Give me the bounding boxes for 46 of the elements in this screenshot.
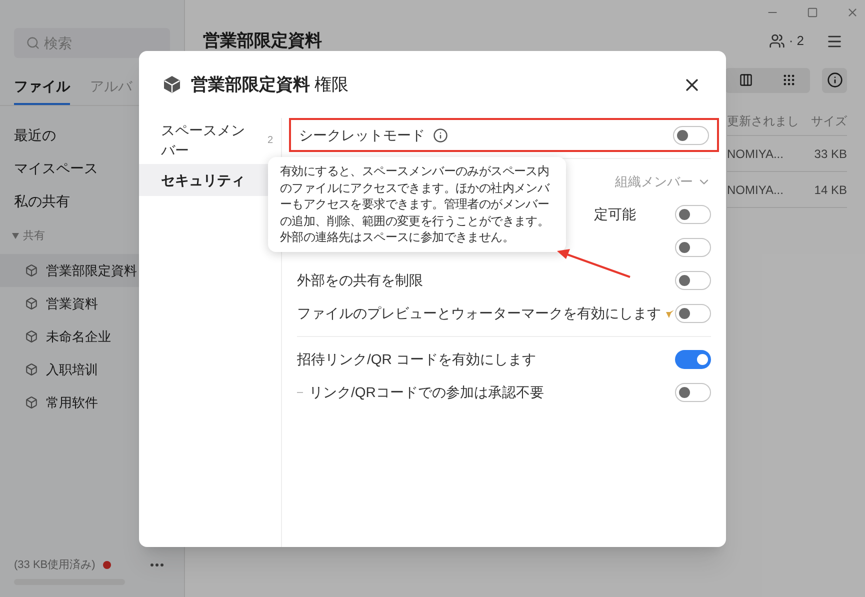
columns-view-icon[interactable] [739,73,754,87]
setting-label: リンク/QRコードでの参加は承認不要 [309,383,544,402]
setting-label: シークレットモード [299,126,425,144]
page-title: 営業部限定資料 [203,30,322,52]
search-field[interactable]: 検索 [14,28,170,58]
cube-icon [25,363,38,376]
setting-label: 定可能 [594,205,636,224]
space-item[interactable]: 常用软件 [0,386,184,419]
info-icon[interactable] [433,128,448,142]
members-button[interactable]: · 2 [768,31,804,51]
toggle-switch[interactable] [675,304,711,323]
table-cell-text: NOMIYA... [727,182,784,198]
more-icon [150,562,164,566]
toggle-switch[interactable] [675,271,711,290]
table-cell-text: NOMIYA... [727,146,784,162]
info-icon [826,72,842,88]
maximize-icon[interactable] [807,6,818,18]
table-cell-text: 33 KB [814,146,847,162]
close-icon[interactable] [846,6,859,18]
cube-icon [25,264,38,277]
info-button[interactable] [822,68,847,92]
grid-view-icon[interactable] [782,73,796,87]
cube-icon [25,396,38,409]
toggle-switch[interactable] [675,350,711,369]
cube-icon [25,330,38,343]
space-item[interactable]: 入职培训 [0,353,184,386]
search-icon [26,36,40,50]
space-item[interactable]: 未命名企业 [0,320,184,353]
cube-icon [163,75,181,94]
dialog-title: 営業部限定資料 権限 [191,74,349,96]
setting-label: 外部をの共有を制限 [297,271,423,290]
dialog-nav-item[interactable]: スペースメンバー 2 [139,120,281,160]
tab[interactable]: ファイル [14,76,70,105]
table-cell-text: 14 KB [814,182,847,198]
setting-label: 招待リンク/QR コードを有効にします [297,350,536,369]
setting-label: ファイルのプレビューとウォーターマークを有効にします [297,304,661,323]
tooltip: 有効にすると、スペースメンバーのみがスペース内のファイルにアクセスできます。ほかの社内メンバーもアクセスを要求できます。管理者のがメンバーの追加、削除、範囲の変更を行うことができます。外部の連絡先はスペースに参加できません。 [268,157,566,252]
cube-icon [25,297,38,310]
toggle-switch[interactable] [673,126,709,144]
toggle-switch[interactable] [675,205,711,224]
people-icon [768,33,785,49]
toggle-switch[interactable] [675,383,711,402]
more-button[interactable] [148,560,166,568]
toggle-switch[interactable] [675,238,711,257]
space-item[interactable]: 営業資料 [0,287,184,320]
storage-usage: (33 KB使用済み) [14,558,96,572]
